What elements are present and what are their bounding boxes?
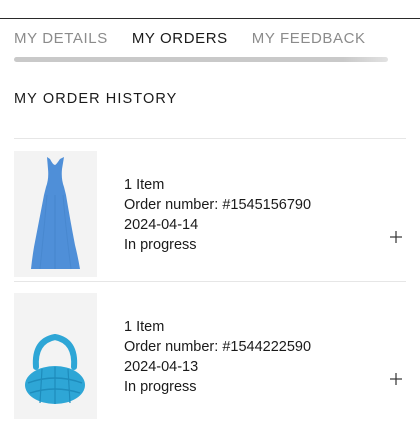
tab-my-orders[interactable]: MY ORDERS xyxy=(132,30,228,50)
order-date: 2024-04-14 xyxy=(124,217,199,233)
product-thumbnail-bag[interactable] xyxy=(14,293,97,419)
page-title: MY ORDER HISTORY xyxy=(14,91,178,107)
product-thumbnail-dress[interactable] xyxy=(14,151,97,277)
order-card[interactable]: 1 Item Order number: #1544222590 2024-04… xyxy=(0,281,420,421)
tab-my-details[interactable]: MY DETAILS xyxy=(14,30,108,50)
order-item-count: 1 Item xyxy=(124,319,165,335)
blue-bag-image xyxy=(14,293,97,419)
order-card[interactable]: 1 Item Order number: #1545156790 2024-04… xyxy=(0,139,420,279)
tab-my-feedback[interactable]: MY FEEDBACK xyxy=(252,30,366,50)
blue-dress-image xyxy=(14,151,97,277)
tabs-scroll-indicator[interactable] xyxy=(14,57,388,62)
plus-icon[interactable] xyxy=(388,229,404,245)
order-info: 1 Item Order number: #1544222590 2024-04… xyxy=(124,317,311,397)
plus-icon[interactable] xyxy=(388,371,404,387)
order-status: In progress xyxy=(124,379,197,395)
account-tabs: MY DETAILS MY ORDERS MY FEEDBACK xyxy=(14,30,390,50)
order-info: 1 Item Order number: #1545156790 2024-04… xyxy=(124,175,311,255)
order-number: Order number: #1544222590 xyxy=(124,339,312,355)
order-number: Order number: #1545156790 xyxy=(124,197,312,213)
order-date: 2024-04-13 xyxy=(124,359,199,375)
order-item-count: 1 Item xyxy=(124,177,165,193)
header-divider xyxy=(0,18,420,19)
order-status: In progress xyxy=(124,237,197,253)
